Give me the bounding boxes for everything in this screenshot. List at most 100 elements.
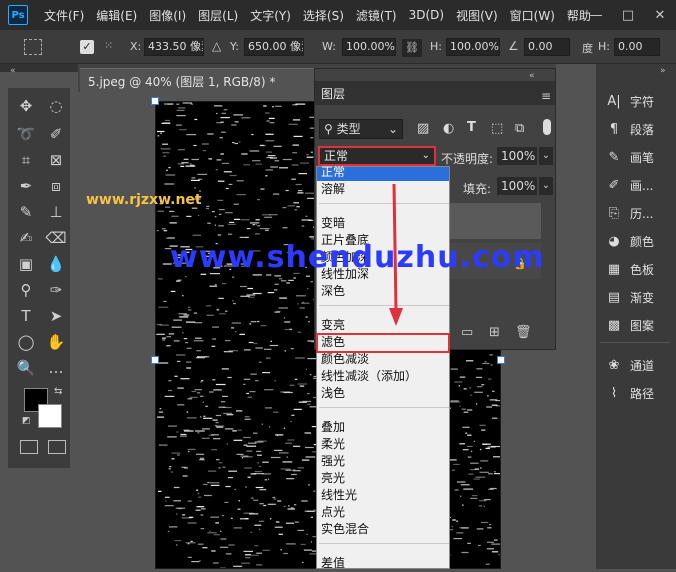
path-selection-tool-icon[interactable]: ➤ [44, 304, 68, 328]
width-field[interactable]: 100.00% [342, 38, 396, 56]
filter-pixel-icon[interactable]: ▨ [417, 121, 429, 136]
transform-handle[interactable] [151, 356, 159, 364]
blend-mode-option[interactable]: 差值 [321, 555, 345, 572]
menu-edit[interactable]: 编辑(E) [90, 7, 143, 24]
blend-mode-option[interactable]: 实色混合 [321, 521, 369, 538]
link-icon[interactable]: ⛓ [402, 39, 422, 57]
panel-gradient[interactable]: ▤渐变 [604, 284, 654, 310]
new-group-icon[interactable]: ▭ [461, 325, 473, 340]
eyedropper-tool-icon[interactable]: ✒ [14, 174, 38, 198]
blend-mode-option[interactable]: 点光 [321, 504, 345, 521]
blend-mode-option[interactable]: 溶解 [321, 181, 345, 198]
panel-brush[interactable]: ✎画笔 [604, 144, 654, 170]
panel-menu-icon[interactable]: ≡ [541, 89, 551, 103]
y-position-field[interactable]: 650.00 像素 [244, 38, 304, 56]
marquee-tool-icon[interactable]: ◌ [44, 94, 68, 118]
type-tool-icon[interactable]: T [14, 304, 38, 328]
clone-stamp-tool-icon[interactable]: ⊥ [44, 200, 68, 224]
reference-point-grid-icon[interactable]: ⁙ [104, 39, 122, 55]
fill-field[interactable]: 100% [497, 177, 537, 195]
blend-mode-option[interactable]: 线性减淡（添加） [321, 368, 417, 385]
blend-mode-option[interactable]: 深色 [321, 283, 345, 300]
panel-paragraph[interactable]: ¶段落 [604, 116, 654, 142]
new-layer-icon[interactable]: ⊞ [489, 325, 500, 340]
panel-brush-preset[interactable]: ✐画... [604, 172, 653, 198]
brush-tool-icon[interactable]: ✎ [14, 200, 38, 224]
layer-filter-select[interactable]: ⚲ 类型⌄ [319, 119, 403, 139]
blend-mode-option[interactable]: 叠加 [321, 419, 345, 436]
blend-mode-option[interactable]: 变暗 [321, 215, 345, 232]
menu-image[interactable]: 图像(I) [143, 7, 192, 24]
panel-channels[interactable]: ❀通道 [604, 352, 654, 378]
opacity-dropdown-icon[interactable]: ⌄ [539, 147, 553, 165]
filter-shape-icon[interactable]: ⬚ [491, 121, 503, 136]
ellipse-tool-icon[interactable]: ◯ [14, 330, 38, 354]
x-position-field[interactable]: 433.50 像素 [144, 38, 204, 56]
blend-mode-option[interactable]: 正常 [321, 164, 345, 181]
document-tab[interactable]: 5.jpeg @ 40% (图层 1, RGB/8) * [80, 68, 314, 92]
quick-mask-icon[interactable] [20, 440, 38, 454]
eraser-tool-icon[interactable]: ⌫ [44, 226, 68, 250]
menu-select[interactable]: 选择(S) [297, 7, 350, 24]
filter-adjustment-icon[interactable]: ◐ [443, 121, 454, 136]
menu-view[interactable]: 视图(V) [450, 7, 504, 24]
opacity-field[interactable]: 100% [497, 147, 537, 165]
move-tool-icon[interactable]: ✥ [14, 94, 38, 118]
filter-type-icon[interactable]: T [467, 120, 476, 135]
panel-swatches[interactable]: ▦色板 [604, 256, 654, 282]
screen-mode-icon[interactable] [48, 440, 66, 454]
blend-mode-option[interactable]: 颜色减淡 [321, 351, 369, 368]
menu-window[interactable]: 窗口(W) [504, 7, 561, 24]
panel-pattern[interactable]: ▩图案 [604, 312, 654, 338]
horizontal-skew-field[interactable]: 0.00 [614, 38, 660, 56]
minimize-button[interactable]: — [580, 0, 612, 30]
collapse-layers-icon[interactable]: « [529, 71, 535, 81]
filter-toggle[interactable] [543, 119, 551, 135]
blend-mode-option[interactable]: 亮光 [321, 470, 345, 487]
collapse-dock-icon[interactable]: » [660, 66, 666, 76]
crop-tool-icon[interactable]: ⌗ [14, 148, 38, 172]
lasso-tool-icon[interactable]: ➰ [14, 122, 38, 146]
maximize-button[interactable]: □ [612, 0, 644, 30]
blend-mode-option[interactable]: 浅色 [321, 385, 345, 402]
swap-colors-icon[interactable]: ⇆ [54, 386, 62, 397]
delete-layer-icon[interactable]: 🗑 [515, 325, 532, 340]
default-colors-icon[interactable]: ◩ [22, 416, 31, 426]
menu-file[interactable]: 文件(F) [38, 7, 90, 24]
spot-healing-tool-icon[interactable]: ⧈ [44, 174, 68, 198]
quick-selection-tool-icon[interactable]: ✐ [44, 122, 68, 146]
panel-color[interactable]: ◕颜色 [604, 228, 654, 254]
blur-tool-icon[interactable]: 💧 [44, 252, 68, 276]
height-field[interactable]: 100.00% [446, 38, 500, 56]
history-brush-tool-icon[interactable]: ✍ [14, 226, 38, 250]
panel-paths[interactable]: ⌇路径 [604, 380, 654, 406]
layer-row-selected[interactable] [449, 203, 541, 239]
blend-mode-option[interactable]: 变亮 [321, 317, 345, 334]
hand-tool-icon[interactable]: ✋ [44, 330, 68, 354]
more-tools-icon[interactable]: … [44, 356, 68, 380]
blend-mode-select[interactable]: 正常 ⌄ [318, 146, 436, 166]
menu-type[interactable]: 文字(Y) [244, 7, 297, 24]
pen-tool-icon[interactable]: ✑ [44, 278, 68, 302]
menu-layer[interactable]: 图层(L) [192, 7, 244, 24]
blend-mode-option[interactable]: 柔光 [321, 436, 345, 453]
blend-mode-option[interactable]: 强光 [321, 453, 345, 470]
dodge-tool-icon[interactable]: ⚲ [14, 278, 38, 302]
reference-point-checkbox[interactable]: ✓ [80, 40, 94, 54]
transform-handle[interactable] [497, 356, 505, 364]
fill-dropdown-icon[interactable]: ⌄ [539, 177, 553, 195]
zoom-tool-icon[interactable]: 🔍 [14, 356, 38, 380]
close-button[interactable]: ✕ [644, 0, 676, 30]
blend-mode-option[interactable]: 线性光 [321, 487, 357, 504]
transform-handle[interactable] [151, 97, 159, 105]
filter-smart-object-icon[interactable]: ⧉ [515, 121, 524, 136]
frame-tool-icon[interactable]: ⊠ [44, 148, 68, 172]
menu-filter[interactable]: 滤镜(T) [350, 7, 403, 24]
panel-character[interactable]: A|字符 [604, 88, 654, 114]
panel-history[interactable]: ⎘历... [604, 200, 653, 226]
gradient-tool-icon[interactable]: ▣ [14, 252, 38, 276]
background-color-swatch[interactable] [38, 404, 62, 428]
rotate-angle-field[interactable]: 0.00 [524, 38, 570, 56]
collapse-toolbar-icon[interactable]: « [10, 66, 16, 76]
menu-3d[interactable]: 3D(D) [403, 8, 450, 22]
